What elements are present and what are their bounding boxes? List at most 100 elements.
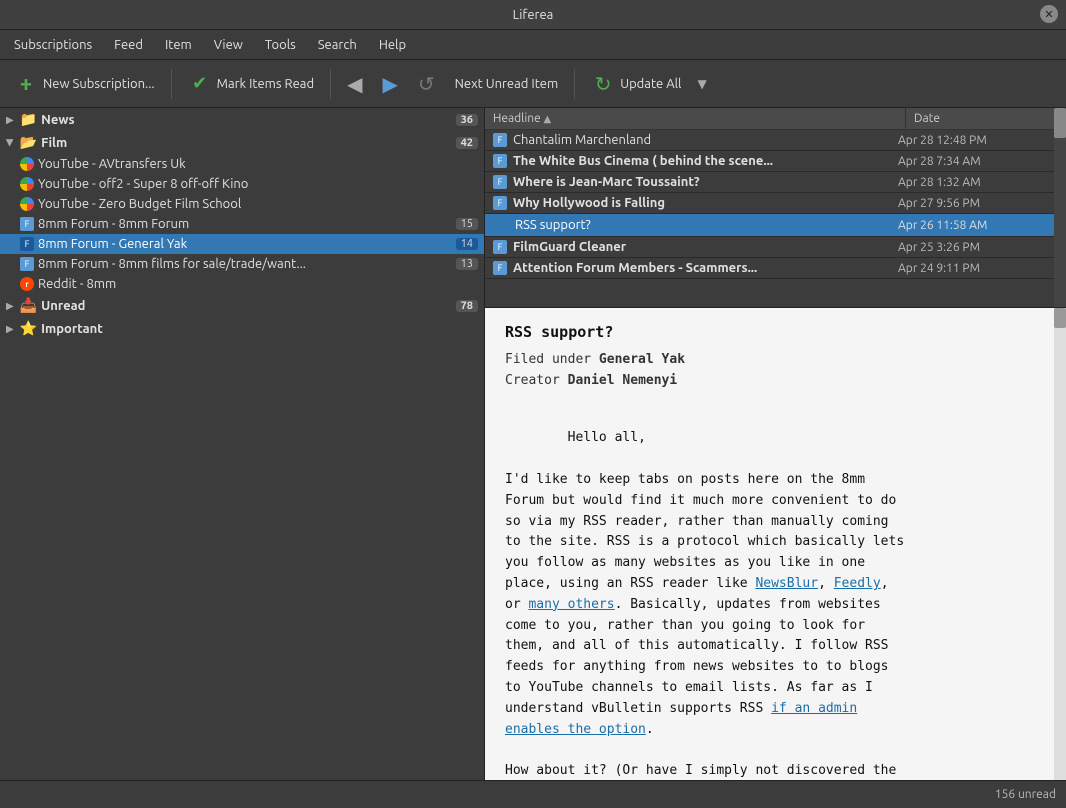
folder-film-icon: 📂: [20, 134, 37, 151]
google-icon-1: [20, 157, 34, 171]
update-all-button[interactable]: ↻ Update All: [583, 68, 689, 100]
headline-row[interactable]: F Attention Forum Members - Scammers... …: [485, 258, 1066, 279]
menu-feed[interactable]: Feed: [104, 35, 153, 55]
sidebar-item-yt-zerobudget[interactable]: YouTube - Zero Budget Film School: [0, 194, 484, 214]
headlines-scrollbar[interactable]: [1054, 108, 1066, 307]
headline-row[interactable]: F FilmGuard Cleaner Apr 25 3:26 PM: [485, 237, 1066, 258]
mark-items-read-button[interactable]: ✔ Mark Items Read: [180, 68, 322, 100]
sidebar-8mm-forum-badge: 15: [456, 218, 478, 230]
article-text-post: . Basically, updates from websites come …: [505, 597, 889, 716]
article-panel: RSS support? Filed under General Yak Cre…: [485, 308, 1066, 780]
sidebar-general-yak-label: 8mm Forum - General Yak: [38, 237, 187, 251]
sidebar-item-reddit[interactable]: r Reddit - 8mm: [0, 274, 484, 294]
update-all-label: Update All: [620, 77, 681, 91]
headline-feed-icon-3: F: [493, 175, 507, 189]
update-all-dropdown[interactable]: ▼: [693, 77, 710, 91]
sidebar-news-label: News: [41, 113, 75, 127]
menu-view[interactable]: View: [204, 35, 253, 55]
headline-text-4: Why Hollywood is Falling: [513, 196, 898, 210]
menu-item[interactable]: Item: [155, 35, 202, 55]
new-subscription-button[interactable]: + New Subscription...: [6, 68, 163, 100]
forum-icon-3: F: [20, 257, 34, 271]
headline-sort-icon: ▲: [543, 113, 551, 124]
main-area: ▶ 📁 News 36 ▶ 📂 Film 42 YouTube - AVtran…: [0, 108, 1066, 780]
headline-row-selected[interactable]: RSS support? Apr 26 11:58 AM: [485, 214, 1066, 237]
sidebar-8mm-forum-label: 8mm Forum - 8mm Forum: [38, 217, 189, 231]
sidebar-item-important[interactable]: ▶ ⭐ Important: [0, 317, 484, 340]
article-meta: Filed under General Yak Creator Daniel N…: [505, 350, 1046, 392]
important-icon: ⭐: [20, 320, 37, 337]
sidebar-reddit-label: Reddit - 8mm: [38, 277, 116, 291]
headline-date-7: Apr 24 9:11 PM: [898, 262, 1058, 275]
feedly-link[interactable]: Feedly: [834, 576, 881, 591]
filed-under-value: General Yak: [599, 352, 685, 367]
newsblur-link[interactable]: NewsBlur: [755, 576, 818, 591]
next-unread-button[interactable]: Next Unread Item: [447, 73, 567, 95]
headline-text-7: Attention Forum Members - Scammers...: [513, 261, 898, 275]
headline-text-6: FilmGuard Cleaner: [513, 240, 898, 254]
sidebar-yt-avtransfers-label: YouTube - AVtransfers Uk: [38, 157, 186, 171]
sidebar-item-yt-off2[interactable]: YouTube - off2 - Super 8 off-off Kino: [0, 174, 484, 194]
headline-date-3: Apr 28 1:32 AM: [898, 176, 1058, 189]
sidebar-film-label: Film: [41, 136, 67, 150]
headline-date-5: Apr 26 11:58 AM: [898, 219, 1058, 232]
article-text-mid1: ,: [818, 576, 834, 591]
sidebar-item-film[interactable]: ▶ 📂 Film 42: [0, 131, 484, 154]
headline-col-header[interactable]: Headline ▲: [485, 108, 906, 129]
sidebar-item-general-yak[interactable]: F 8mm Forum - General Yak 14: [0, 234, 484, 254]
sidebar-yt-off2-label: YouTube - off2 - Super 8 off-off Kino: [38, 177, 248, 191]
headline-date-1: Apr 28 12:48 PM: [898, 134, 1058, 147]
creator-label: Creator: [505, 373, 560, 388]
sidebar-item-news[interactable]: ▶ 📁 News 36: [0, 108, 484, 131]
sidebar: ▶ 📁 News 36 ▶ 📂 Film 42 YouTube - AVtran…: [0, 108, 485, 780]
expand-film-icon: ▶: [4, 139, 16, 147]
headline-text-3: Where is Jean-Marc Toussaint?: [513, 175, 898, 189]
back-button[interactable]: ◀: [339, 68, 370, 100]
many-others-link[interactable]: many others: [528, 597, 614, 612]
headline-row[interactable]: F The White Bus Cinema ( behind the scen…: [485, 151, 1066, 172]
google-icon-2: [20, 177, 34, 191]
sidebar-item-yt-avtransfers[interactable]: YouTube - AVtransfers Uk: [0, 154, 484, 174]
article-scrollbar[interactable]: [1054, 308, 1066, 780]
sidebar-item-unread[interactable]: ▶ 📥 Unread 78: [0, 294, 484, 317]
headline-row[interactable]: F Why Hollywood is Falling Apr 27 9:56 P…: [485, 193, 1066, 214]
date-col-header[interactable]: Date: [906, 108, 1066, 129]
sidebar-item-8mm-forum[interactable]: F 8mm Forum - 8mm Forum 15: [0, 214, 484, 234]
sidebar-item-8mm-forsale[interactable]: F 8mm Forum - 8mm films for sale/trade/w…: [0, 254, 484, 274]
toolbar-separator-2: [330, 69, 331, 99]
forward-icon: ▶: [382, 72, 397, 96]
menu-subscriptions[interactable]: Subscriptions: [4, 35, 102, 55]
mark-items-read-label: Mark Items Read: [217, 77, 314, 91]
sidebar-film-badge: 42: [456, 137, 478, 149]
reddit-icon: r: [20, 277, 34, 291]
menu-search[interactable]: Search: [308, 35, 367, 55]
check-icon: ✔: [188, 72, 212, 96]
next-unread-label: Next Unread Item: [455, 77, 559, 91]
headline-feed-icon-2: F: [493, 154, 507, 168]
headlines-scroll-thumb: [1054, 108, 1066, 138]
forward-button[interactable]: ▶: [374, 68, 405, 100]
new-subscription-label: New Subscription...: [43, 77, 155, 91]
article-text-pre: Hello all, I'd like to keep tabs on post…: [505, 430, 904, 591]
headline-col-label: Headline: [493, 112, 541, 125]
menu-bar: Subscriptions Feed Item View Tools Searc…: [0, 30, 1066, 60]
article-scroll-thumb: [1054, 308, 1066, 328]
sidebar-unread-label: Unread: [41, 299, 85, 313]
headlines-panel: Headline ▲ Date F Chantalim Marchenland …: [485, 108, 1066, 308]
headline-row[interactable]: F Chantalim Marchenland Apr 28 12:48 PM: [485, 130, 1066, 151]
menu-help[interactable]: Help: [369, 35, 416, 55]
unread-icon: 📥: [20, 297, 37, 314]
toolbar: + New Subscription... ✔ Mark Items Read …: [0, 60, 1066, 108]
close-button[interactable]: ✕: [1040, 5, 1058, 23]
headline-text-2: The White Bus Cinema ( behind the scene.…: [513, 154, 898, 168]
sidebar-unread-badge: 78: [456, 300, 478, 312]
stop-button[interactable]: ↺: [410, 68, 443, 100]
article-title: RSS support?: [505, 320, 1046, 344]
menu-tools[interactable]: Tools: [255, 35, 306, 55]
back-icon: ◀: [347, 72, 362, 96]
forum-icon-1: F: [20, 217, 34, 231]
article-body: Hello all, I'd like to keep tabs on post…: [505, 408, 1046, 780]
refresh-icon: ↻: [591, 72, 615, 96]
headline-row[interactable]: F Where is Jean-Marc Toussaint? Apr 28 1…: [485, 172, 1066, 193]
headline-feed-icon-5: [493, 217, 509, 233]
